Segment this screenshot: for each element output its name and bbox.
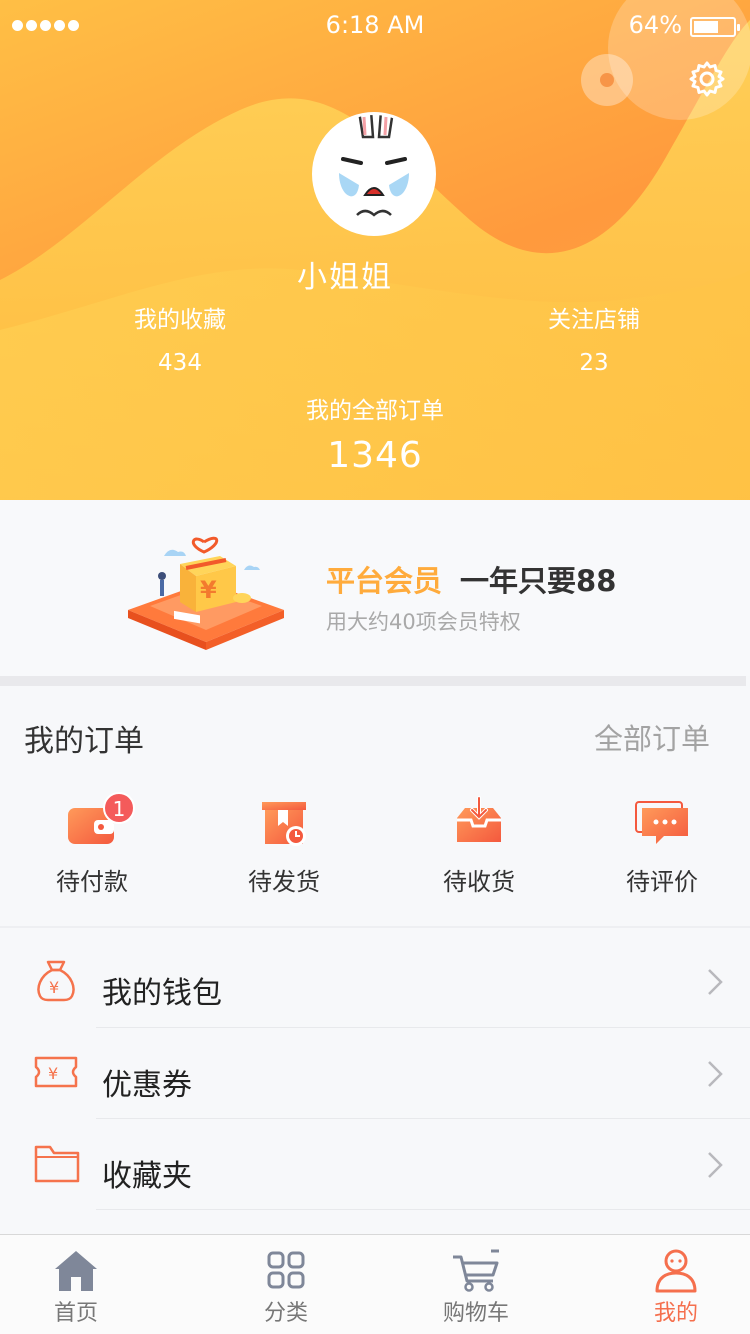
coupon-yen-glyph: ¥ <box>48 1064 58 1083</box>
gift-box-illustration: ¥ <box>128 536 284 650</box>
order-pending-shipment[interactable]: 待发货 <box>194 796 374 897</box>
menu-item-favorites-folder[interactable]: 收藏夹 <box>0 1119 750 1210</box>
menu-item-coupons[interactable]: ¥ 优惠券 <box>0 1028 750 1119</box>
inbox-download-icon <box>457 796 501 842</box>
coupon-icon: ¥ <box>34 1056 78 1088</box>
menu-item-wallet-label: 我的钱包 <box>102 976 222 1011</box>
battery-icon <box>690 17 740 37</box>
order-pending-receipt[interactable]: 待收货 <box>389 796 569 897</box>
member-title: 平台会员 一年只要88 <box>326 558 616 600</box>
username: 小姐姐 <box>297 260 393 295</box>
followed-shops-stat[interactable]: 关注店铺 23 <box>494 300 694 376</box>
all-orders-link[interactable]: 全部订单 <box>594 716 710 758</box>
all-orders-count: 1346 <box>327 435 423 476</box>
menu-item-favorites-folder-label: 收藏夹 <box>102 1159 192 1194</box>
box-clock-icon <box>262 802 306 846</box>
grid-icon <box>267 1251 305 1289</box>
order-pending-review-label: 待评价 <box>626 868 698 896</box>
orders-divider <box>0 926 750 928</box>
profile-header: 6:18 AM 64% 小姐姐 我的收藏 434 关注店铺 23 我的全部订单 … <box>0 0 750 500</box>
menu-divider <box>96 1209 750 1210</box>
status-bar: 6:18 AM 64% <box>0 0 750 54</box>
order-pending-payment-label: 待付款 <box>56 868 128 896</box>
member-title-accent: 平台会员 <box>326 564 443 598</box>
menu-item-wallet[interactable]: ¥ 我的钱包 <box>0 936 750 1027</box>
pending-payment-badge: 1 <box>103 792 135 824</box>
followed-shops-label: 关注店铺 <box>548 307 640 333</box>
order-pending-payment[interactable]: 1 待付款 <box>2 792 182 897</box>
tab-cart-label: 购物车 <box>442 1301 509 1326</box>
section-divider <box>0 676 746 686</box>
chevron-right-icon <box>708 1061 723 1087</box>
tab-cart[interactable]: 购物车 <box>401 1235 551 1334</box>
home-icon <box>55 1251 97 1291</box>
chat-bubble-icon <box>635 801 688 844</box>
battery-percent: 64% <box>628 11 682 39</box>
tab-profile[interactable]: 我的 <box>601 1235 750 1334</box>
order-pending-review[interactable]: 待评价 <box>572 796 750 897</box>
order-pending-shipment-label: 待发货 <box>248 868 320 896</box>
money-bag-icon: ¥ <box>37 960 75 1002</box>
folder-icon <box>34 1145 80 1183</box>
menu-item-coupons-label: 优惠券 <box>102 1068 192 1103</box>
chevron-right-icon <box>708 969 723 995</box>
orders-header: 我的订单 全部订单 <box>0 686 750 776</box>
all-orders-label: 我的全部订单 <box>306 398 444 424</box>
favorites-label: 我的收藏 <box>134 307 226 333</box>
orders-title: 我的订单 <box>24 724 144 759</box>
gift-yen-glyph: ¥ <box>200 576 217 604</box>
tab-home[interactable]: 首页 <box>1 1235 151 1334</box>
favorites-count: 434 <box>158 350 202 376</box>
profile-icon <box>655 1249 697 1293</box>
avatar[interactable] <box>312 112 436 236</box>
wallet-yen-glyph: ¥ <box>49 978 59 997</box>
member-subtitle: 用大约40项会员特权 <box>326 610 521 634</box>
tab-category-label: 分类 <box>263 1301 308 1326</box>
settings-button[interactable] <box>688 60 726 98</box>
member-title-price: 一年只要88 <box>460 564 617 598</box>
tab-category[interactable]: 分类 <box>211 1235 361 1334</box>
order-pending-receipt-label: 待收货 <box>443 868 515 896</box>
tab-profile-label: 我的 <box>653 1301 698 1326</box>
cart-icon <box>453 1249 499 1292</box>
favorites-stat[interactable]: 我的收藏 434 <box>80 300 280 376</box>
bunny-avatar-image <box>315 115 433 233</box>
tab-bar: 首页 分类 购物车 我的 <box>0 1234 750 1334</box>
all-orders-stat[interactable]: 我的全部订单 1346 <box>225 391 525 476</box>
chevron-right-icon <box>708 1152 723 1178</box>
followed-shops-count: 23 <box>579 350 609 376</box>
tab-home-label: 首页 <box>53 1301 98 1326</box>
gear-icon <box>689 61 725 97</box>
